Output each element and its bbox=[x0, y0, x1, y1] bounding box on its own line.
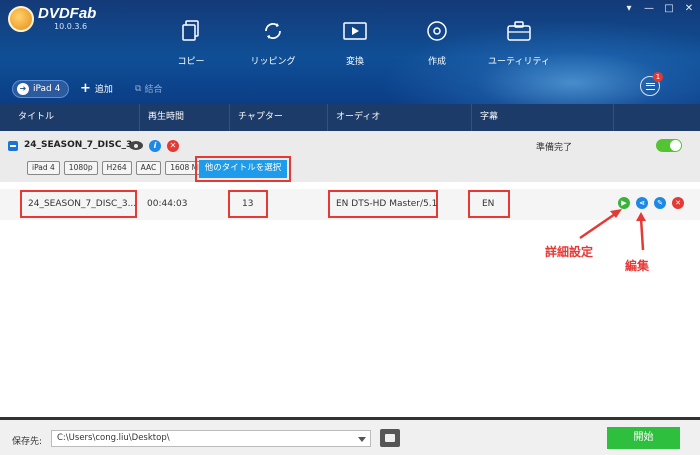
annotation-edit: 編集 bbox=[625, 259, 650, 273]
chevron-down-icon bbox=[358, 437, 366, 442]
output-path-value: C:\Users\cong.liu\Desktop\ bbox=[57, 433, 170, 443]
annotation-arrow-edit bbox=[639, 217, 645, 251]
start-button[interactable]: 開始 bbox=[607, 427, 680, 449]
annotation-advanced-settings: 詳細設定 bbox=[545, 245, 594, 259]
browse-folder-button[interactable] bbox=[380, 429, 400, 447]
output-path-select[interactable]: C:\Users\cong.liu\Desktop\ bbox=[51, 430, 371, 447]
annotation-arrows bbox=[579, 209, 646, 251]
annotation-arrowhead-edit bbox=[636, 212, 646, 221]
annotation-arrow-advanced bbox=[579, 210, 619, 240]
save-to-label: 保存先: bbox=[12, 437, 43, 447]
footer-bar: 保存先: C:\Users\cong.liu\Desktop\ 開始 bbox=[0, 420, 700, 455]
